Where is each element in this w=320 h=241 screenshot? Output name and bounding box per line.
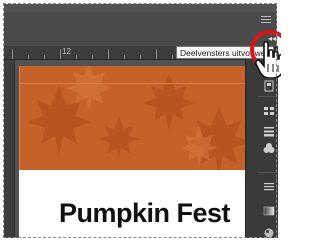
panel-options-icon[interactable]	[259, 14, 273, 26]
panel-separator	[258, 172, 276, 173]
maple-leaf-pattern	[27, 66, 245, 170]
margin-guide-vertical	[19, 66, 20, 170]
ruler-label: 12	[62, 47, 71, 56]
vertical-ruler[interactable]	[4, 60, 15, 238]
color-icon[interactable]	[262, 141, 276, 155]
stroke-icon[interactable]	[262, 124, 276, 138]
indesign-workspace: 12 Pumpkin Fest ◂◂ Deelvensters uitvouwe…	[0, 0, 281, 241]
document-page[interactable]: Pumpkin Fest	[19, 66, 245, 238]
leaf-banner[interactable]	[19, 66, 245, 170]
effects-icon[interactable]	[262, 225, 276, 239]
hand-pointer-icon	[255, 40, 281, 78]
application-bar	[4, 4, 277, 12]
gradient-icon[interactable]	[262, 204, 276, 218]
margin-guide-horizontal	[19, 83, 245, 84]
document-title-text[interactable]: Pumpkin Fest	[19, 198, 245, 229]
pages-icon[interactable]	[262, 79, 276, 93]
swatches-icon[interactable]	[262, 180, 276, 194]
panel-separator	[258, 96, 276, 97]
links-icon[interactable]	[262, 104, 276, 118]
